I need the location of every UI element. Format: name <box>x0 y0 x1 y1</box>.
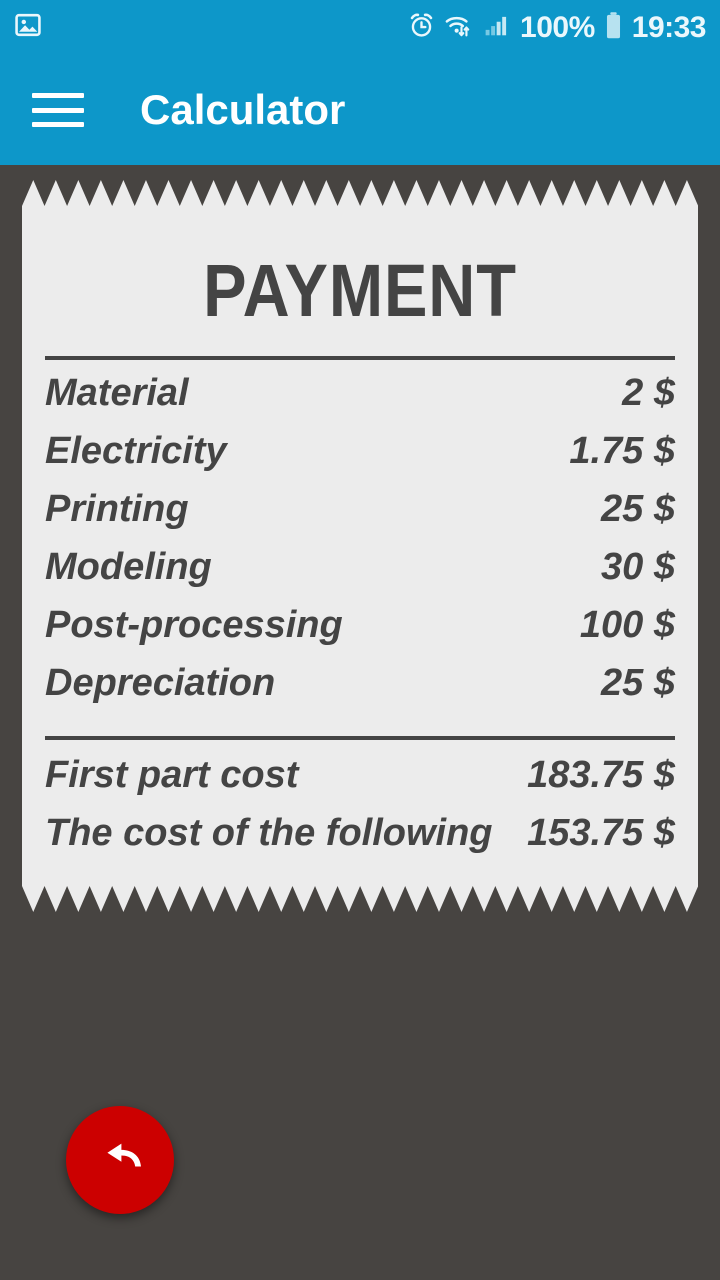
clock-label: 19:33 <box>631 10 707 44</box>
item-value: 25 $ <box>601 488 675 530</box>
total-label: The cost of the following <box>45 812 493 854</box>
battery-percent-label: 100% <box>520 10 595 44</box>
item-label: Printing <box>45 488 189 530</box>
wifi-transfer-icon <box>444 12 474 44</box>
receipt-items: Material 2 $ Electricity 1.75 $ Printing… <box>45 360 675 722</box>
list-item: Electricity 1.75 $ <box>45 432 675 490</box>
list-item: Depreciation 25 $ <box>45 664 675 722</box>
hamburger-menu-icon[interactable] <box>32 93 84 127</box>
receipt-top-edge <box>22 180 698 206</box>
receipt-totals: First part cost 183.75 $ The cost of the… <box>45 740 675 886</box>
item-value: 2 $ <box>622 372 675 414</box>
total-value: 183.75 $ <box>527 754 675 796</box>
undo-fab-button[interactable] <box>66 1106 174 1214</box>
total-row: The cost of the following 153.75 $ <box>45 814 675 872</box>
image-icon <box>14 11 42 44</box>
list-item: Post-processing 100 $ <box>45 606 675 664</box>
total-label: First part cost <box>45 754 299 796</box>
item-value: 100 $ <box>579 604 675 646</box>
hamburger-bar <box>32 122 84 127</box>
status-bar: 100% 19:33 <box>0 0 720 55</box>
receipt-card: PAYMENT Material 2 $ Electricity 1.75 $ … <box>22 180 698 912</box>
list-item: Modeling 30 $ <box>45 548 675 606</box>
hamburger-bar <box>32 107 84 113</box>
undo-arrow-icon <box>92 1131 148 1190</box>
item-label: Electricity <box>45 430 227 472</box>
app-bar: Calculator <box>0 55 720 165</box>
receipt-paper: PAYMENT Material 2 $ Electricity 1.75 $ … <box>22 206 698 886</box>
item-label: Depreciation <box>45 662 276 704</box>
item-label: Post-processing <box>45 604 343 646</box>
total-value: 153.75 $ <box>527 812 675 854</box>
page-title: Calculator <box>140 86 346 133</box>
receipt-bottom-edge <box>22 886 698 912</box>
cellular-signal-icon <box>483 12 511 43</box>
item-label: Modeling <box>45 546 212 588</box>
battery-full-icon <box>604 11 623 45</box>
item-value: 1.75 $ <box>569 430 675 472</box>
list-item: Printing 25 $ <box>45 490 675 548</box>
status-bar-indicators: 100% 19:33 <box>408 10 707 45</box>
total-row: First part cost 183.75 $ <box>45 756 675 814</box>
hamburger-bar <box>32 93 84 98</box>
receipt-title: PAYMENT <box>203 249 517 332</box>
status-bar-notifications <box>14 11 42 44</box>
item-value: 25 $ <box>601 662 675 704</box>
list-item: Material 2 $ <box>45 374 675 432</box>
item-label: Material <box>45 372 189 414</box>
item-value: 30 $ <box>601 546 675 588</box>
app-root: 100% 19:33 Calculator PAYMENT Material 2… <box>0 0 720 1280</box>
alarm-clock-icon <box>408 12 435 44</box>
